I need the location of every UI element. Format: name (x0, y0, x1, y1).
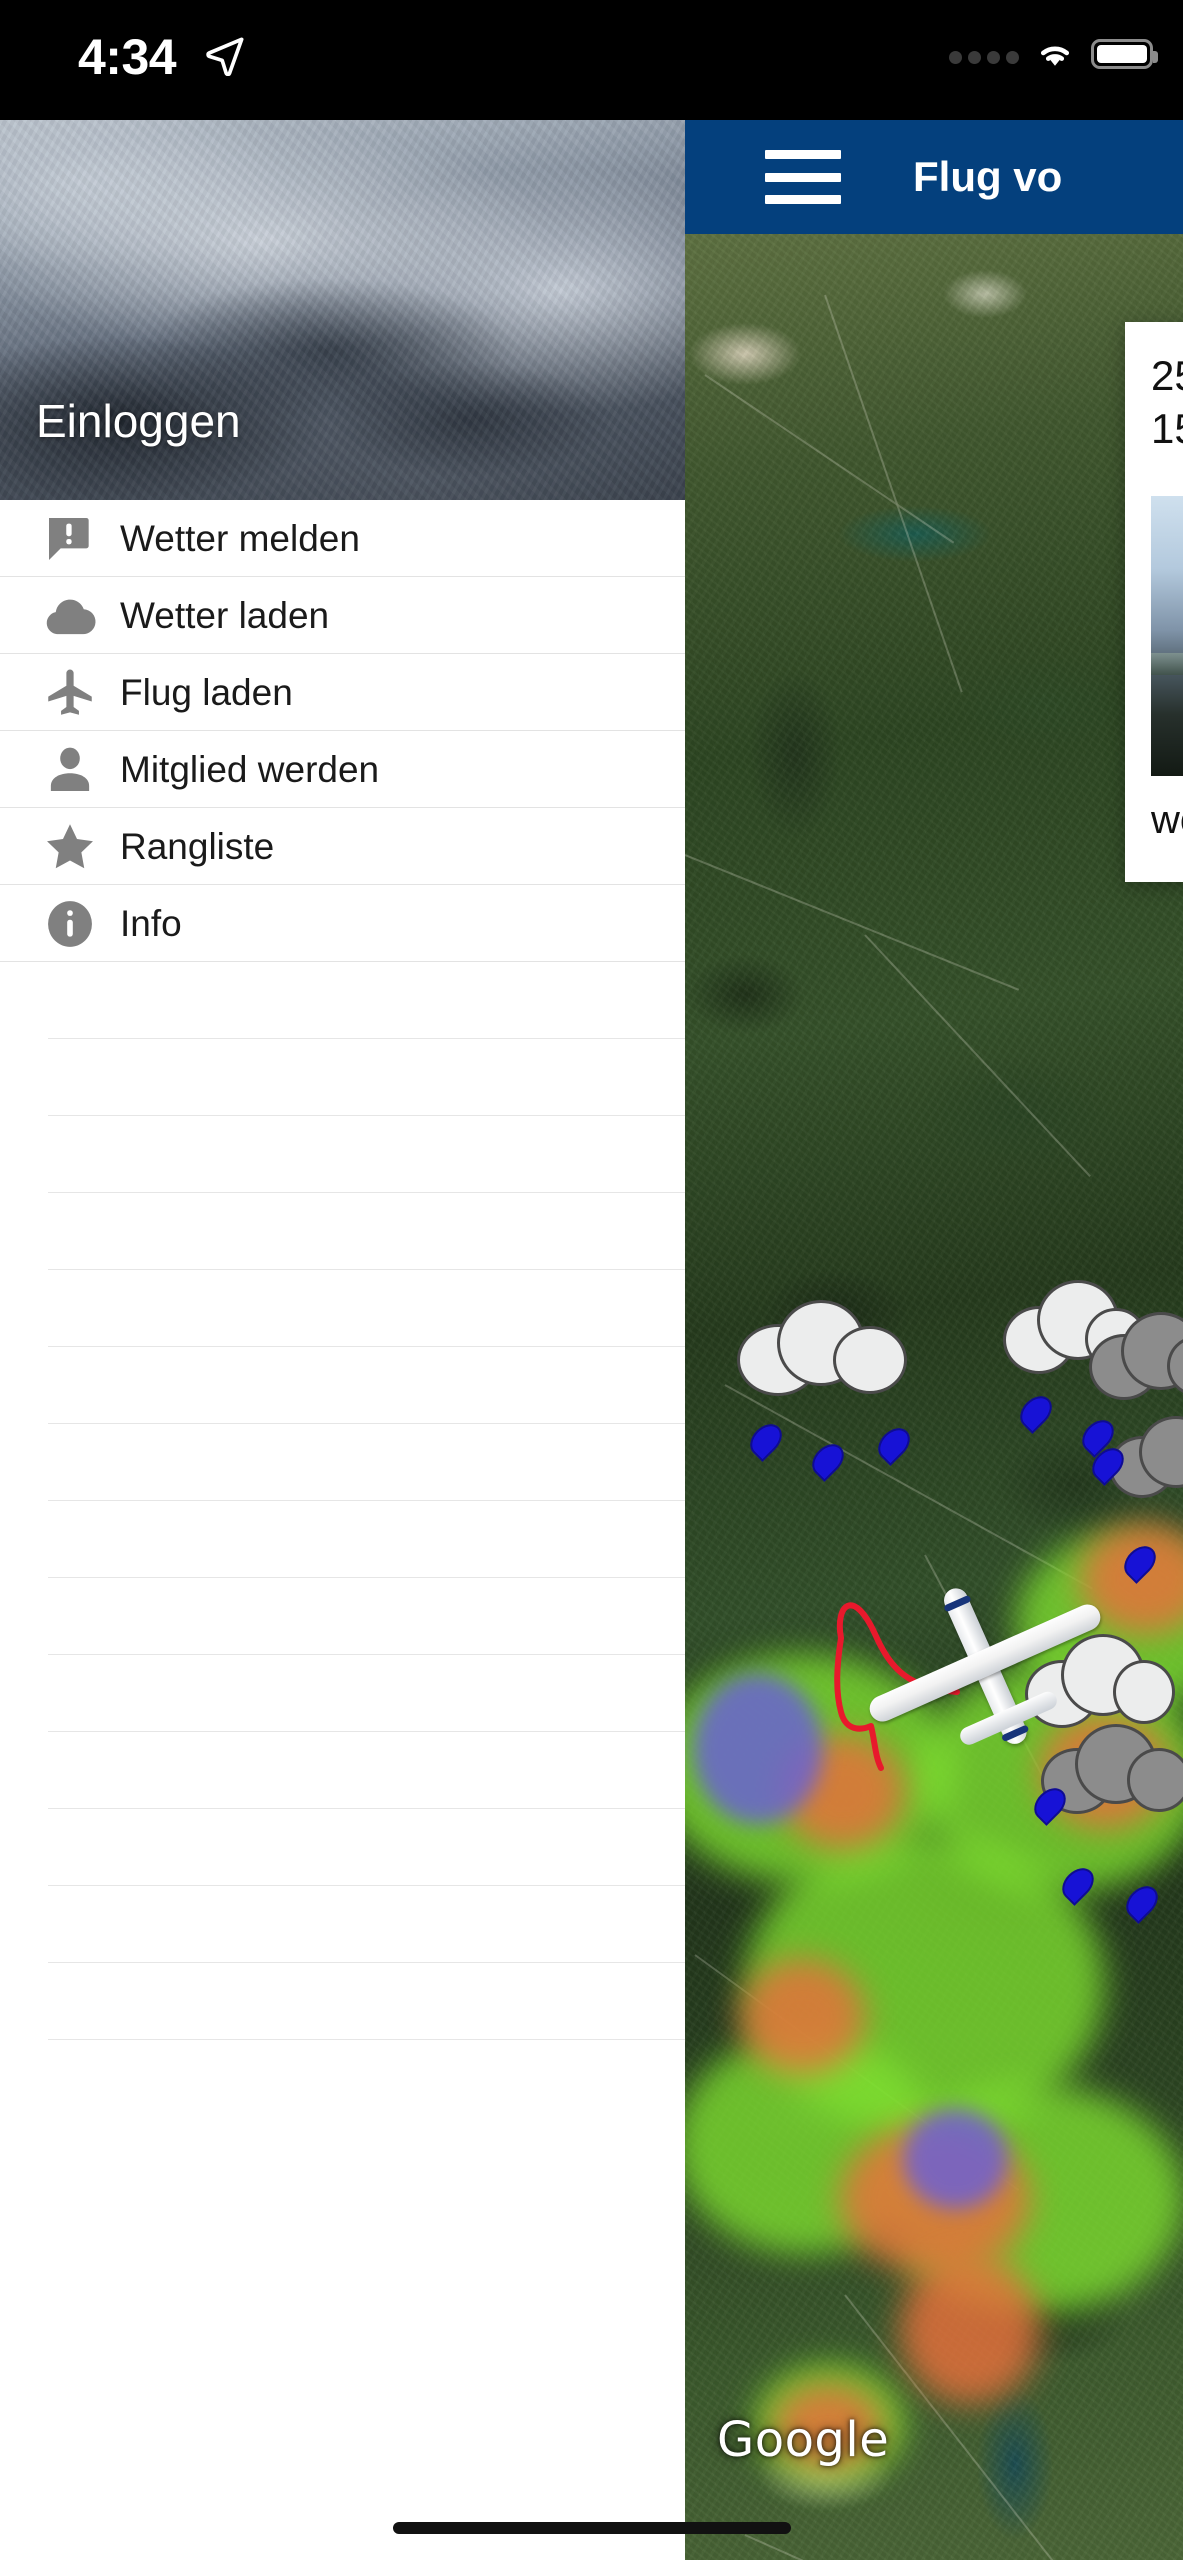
drawer-empty-row (0, 1501, 685, 1578)
star-icon (32, 818, 108, 876)
sidebar-item-mitglied-werden[interactable]: Mitglied werden (0, 731, 685, 808)
sidebar-item-label: Wetter laden (120, 594, 330, 636)
app-bar: Flug vo (685, 120, 1183, 234)
status-bar: 4:34 (0, 0, 1183, 120)
sidebar-item-label: Wetter melden (120, 517, 360, 559)
login-label[interactable]: Einloggen (36, 394, 241, 448)
drawer-empty-row (0, 1578, 685, 1655)
drawer-empty-row (0, 1193, 685, 1270)
info-card[interactable]: 25 15 wo (1125, 322, 1183, 882)
flight-track (834, 1602, 960, 1771)
home-indicator-bar[interactable] (392, 2522, 791, 2534)
sidebar-item-rangliste[interactable]: Rangliste (0, 808, 685, 885)
drawer-menu-list: Wetter melden Wetter laden Flug laden Mi… (0, 500, 685, 2040)
status-bar-clock: 4:34 (78, 29, 177, 85)
sidebar-item-label: Info (120, 902, 182, 944)
app-title: Flug vo (913, 153, 1063, 200)
info-card-line-1: 25 (1151, 352, 1183, 399)
drawer-empty-row (0, 1039, 685, 1116)
status-bar-indicators (949, 38, 1158, 70)
info-card-line-2: 15 (1151, 404, 1183, 452)
google-watermark: Google (717, 2412, 890, 2468)
wifi-icon (1040, 46, 1070, 66)
map-canvas[interactable]: Google (685, 234, 1183, 2560)
drawer-empty-row (0, 1424, 685, 1501)
sidebar-item-wetter-melden[interactable]: Wetter melden (0, 500, 685, 577)
hamburger-menu-icon[interactable] (765, 150, 841, 204)
sidebar-item-flug-laden[interactable]: Flug laden (0, 654, 685, 731)
info-circle-icon (32, 896, 108, 952)
airplane-icon (32, 664, 108, 722)
person-icon (32, 742, 108, 798)
drawer-empty-row (0, 1732, 685, 1809)
location-arrow-icon (206, 37, 244, 76)
sidebar-item-info[interactable]: Info (0, 885, 685, 962)
info-card-thumbnail[interactable] (1151, 495, 1183, 776)
phone-screen: 4:34 Flug vo Google 2 1 w Einloggen Wett… (0, 0, 1183, 2560)
drawer-empty-rows (0, 962, 685, 2040)
navigation-drawer: Einloggen Wetter melden Wetter laden Flu… (0, 120, 685, 2560)
drawer-empty-row (0, 1655, 685, 1732)
cloud-icon (32, 587, 108, 645)
row-divider (48, 2039, 685, 2040)
drawer-empty-row (0, 1270, 685, 1347)
drawer-empty-row (0, 962, 685, 1039)
drawer-empty-row (0, 1809, 685, 1886)
info-card-caption: wo (1151, 797, 1183, 842)
sidebar-item-wetter-laden[interactable]: Wetter laden (0, 577, 685, 654)
cellular-dots-icon (949, 44, 1019, 64)
drawer-empty-row (0, 1963, 685, 2040)
drawer-header: Einloggen (0, 120, 685, 500)
map-app-panel: Flug vo Google 2 1 w (685, 120, 1183, 2560)
sidebar-item-label: Rangliste (120, 825, 275, 867)
drawer-empty-row (0, 1886, 685, 1963)
sidebar-item-label: Flug laden (120, 671, 293, 713)
sidebar-item-label: Mitglied werden (120, 748, 380, 790)
drawer-empty-row (0, 1116, 685, 1193)
drawer-empty-row (0, 1347, 685, 1424)
battery-full-icon (1091, 39, 1158, 69)
report-weather-icon (32, 511, 108, 567)
